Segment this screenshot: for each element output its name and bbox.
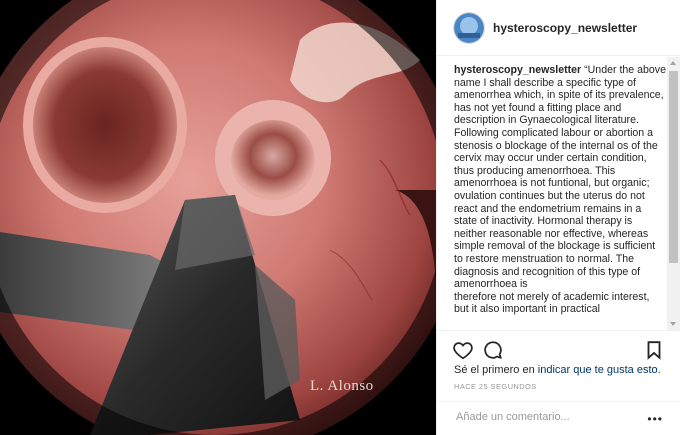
post-side-panel: hysteroscopy_newsletter hysteroscopy_new…: [436, 0, 680, 435]
hysteroscopy-photo: [0, 0, 436, 435]
bookmark-icon[interactable]: [643, 339, 665, 361]
post-image[interactable]: L. Alonso: [0, 0, 436, 435]
caption: hysteroscopy_newsletter “Under the above…: [454, 64, 666, 316]
heart-icon[interactable]: [452, 339, 474, 361]
avatar-logo-icon: [454, 12, 484, 43]
post-header: hysteroscopy_newsletter: [437, 0, 680, 56]
scroll-down-arrow-icon[interactable]: [670, 322, 676, 326]
caption-scroll-area[interactable]: hysteroscopy_newsletter “Under the above…: [437, 57, 680, 330]
scrollbar-thumb[interactable]: [669, 71, 678, 263]
more-options-button[interactable]: •••: [647, 412, 663, 426]
caption-username-link[interactable]: hysteroscopy_newsletter: [454, 64, 581, 76]
post-timestamp[interactable]: HACE 25 SEGUNDOS: [454, 382, 537, 391]
first-like-link[interactable]: indicar que te gusta esto: [538, 364, 658, 376]
photo-watermark: L. Alonso: [310, 378, 374, 394]
caption-text: “Under the above name I shall describe a…: [454, 64, 666, 291]
caption-text-continued: therefore not merely of academic interes…: [454, 290, 650, 316]
comment-bar: •••: [437, 401, 680, 435]
post-actions: [437, 330, 680, 366]
comment-icon[interactable]: [482, 339, 504, 361]
instagram-post-window: L. Alonso hysteroscopy_newsletter hyster…: [0, 0, 680, 435]
likes-suffix: .: [657, 364, 661, 376]
scroll-up-arrow-icon[interactable]: [670, 61, 676, 65]
comment-input[interactable]: [454, 410, 638, 424]
likes-text: Sé el primero en indicar que te gusta es…: [454, 364, 661, 376]
avatar[interactable]: [453, 11, 485, 44]
caption-scrollbar[interactable]: [667, 57, 680, 330]
header-username-link[interactable]: hysteroscopy_newsletter: [493, 21, 637, 35]
likes-prefix: Sé el primero en: [454, 364, 538, 376]
